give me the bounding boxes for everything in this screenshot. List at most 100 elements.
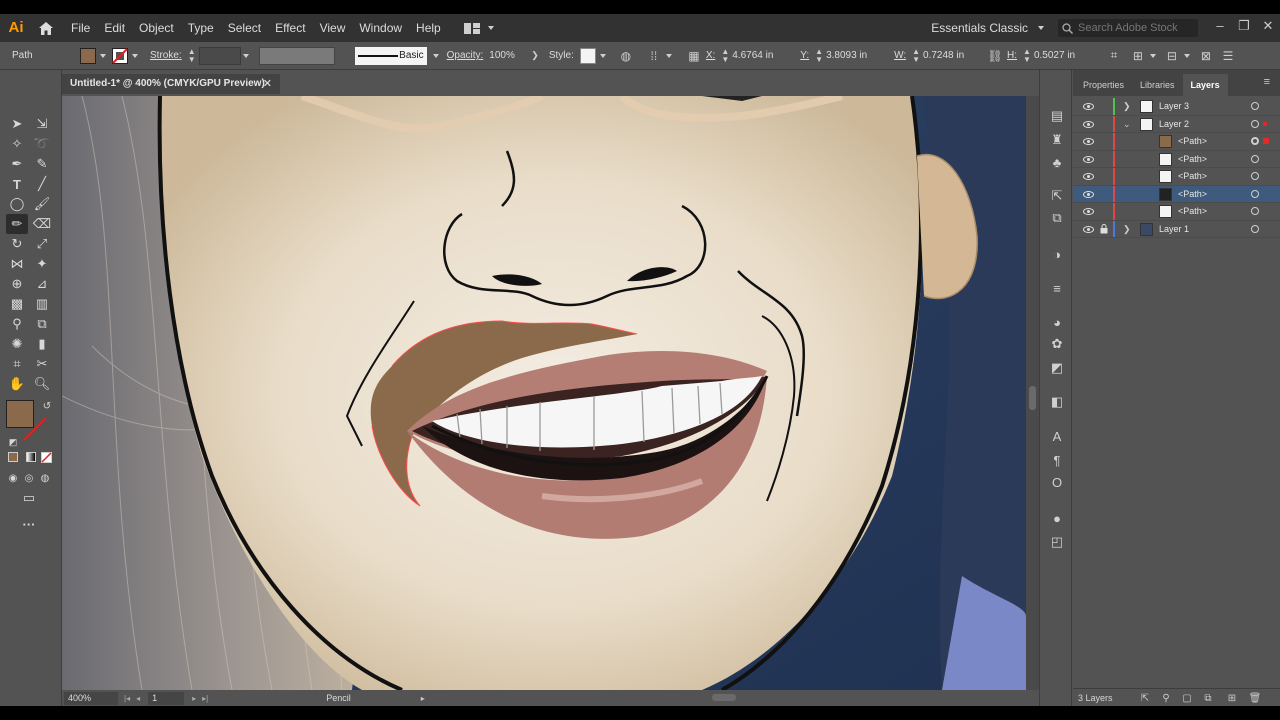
default-fill-stroke-icon[interactable]: ◩: [2, 432, 24, 452]
line-tool-icon[interactable]: ╱: [31, 174, 53, 194]
pen-tool-icon[interactable]: ✒: [6, 154, 28, 174]
first-artboard-icon[interactable]: |◂: [124, 694, 130, 703]
perspective-grid-tool-icon[interactable]: ⊿: [31, 274, 53, 294]
color-guide-icon[interactable]: ◑: [1049, 246, 1065, 262]
eye-icon[interactable]: [1083, 190, 1094, 200]
path-name[interactable]: <Path>: [1178, 189, 1207, 199]
target-icon[interactable]: [1251, 207, 1259, 215]
brush-definition[interactable]: Basic: [354, 46, 427, 65]
menu-select[interactable]: Select: [221, 14, 268, 42]
type-tool-icon[interactable]: T: [6, 174, 28, 194]
rotate-tool-icon[interactable]: ↻: [6, 234, 28, 254]
pencil-tool-icon[interactable]: ✏: [6, 214, 28, 234]
direct-selection-tool-icon[interactable]: ⇲: [31, 114, 53, 134]
w-value[interactable]: 0.7248 in: [923, 50, 981, 61]
lock-icon[interactable]: [1100, 223, 1108, 236]
minimize-icon[interactable]: –: [1208, 14, 1232, 38]
locate-object-icon[interactable]: ⚲: [1160, 692, 1172, 704]
menu-file[interactable]: File: [64, 14, 97, 42]
change-screen-mode-icon[interactable]: ▭: [18, 488, 40, 508]
stock-search-input[interactable]: [1078, 22, 1193, 34]
restore-icon[interactable]: ❐: [1232, 14, 1256, 38]
isolate-icon[interactable]: ⊟: [1164, 48, 1180, 64]
clipping-mask-icon[interactable]: ▢: [1181, 692, 1193, 704]
artboard-tool-icon[interactable]: ⌗: [6, 354, 28, 374]
opentype-icon[interactable]: O: [1049, 474, 1065, 490]
workspace-switcher[interactable]: Essentials Classic: [931, 14, 1044, 42]
brushes-icon[interactable]: ✿: [1049, 336, 1065, 352]
chevron-right-icon[interactable]: ❯: [1123, 101, 1131, 112]
delete-layer-icon[interactable]: 🗑: [1249, 692, 1262, 704]
hand-tool-icon[interactable]: ✋: [6, 374, 28, 394]
new-layer-icon[interactable]: ⊞: [1226, 692, 1238, 704]
last-artboard-icon[interactable]: ▸|: [202, 694, 208, 703]
puppet-warp-tool-icon[interactable]: ✦: [31, 254, 53, 274]
stroke-swatch-control[interactable]: [112, 47, 138, 64]
menu-object[interactable]: Object: [132, 14, 181, 42]
distribute-icon[interactable]: ⊠: [1198, 48, 1214, 64]
opacity-value[interactable]: 100%: [489, 50, 525, 61]
menu-effect[interactable]: Effect: [268, 14, 312, 42]
stock-search[interactable]: [1058, 19, 1198, 37]
layer-row-layer-1[interactable]: ❯ Layer 1: [1073, 220, 1280, 238]
color-mode-icon[interactable]: [8, 452, 18, 462]
shape-builder-tool-icon[interactable]: ⊕: [6, 274, 28, 294]
y-value[interactable]: 3.8093 in: [826, 50, 888, 61]
eraser-tool-icon[interactable]: ⌫: [31, 214, 53, 234]
graphic-styles-icon[interactable]: ◰: [1049, 534, 1065, 550]
eye-icon[interactable]: [1083, 172, 1094, 182]
stroke-stepper[interactable]: ▲ ▼: [188, 47, 196, 64]
layer-row-path[interactable]: <Path>: [1073, 150, 1280, 168]
eye-icon[interactable]: [1083, 120, 1094, 130]
swap-fill-stroke-icon[interactable]: ↺: [36, 396, 58, 416]
path-name[interactable]: <Path>: [1178, 136, 1207, 146]
edit-toolbar-icon[interactable]: ···: [18, 514, 40, 534]
zoom-tool-icon[interactable]: 🔍︎: [31, 374, 53, 394]
path-name[interactable]: <Path>: [1178, 154, 1207, 164]
paintbrush-tool-icon[interactable]: 🖌: [31, 194, 53, 214]
paragraph-icon[interactable]: ¶: [1049, 452, 1065, 468]
link-icon[interactable]: ⛓: [987, 48, 1003, 64]
layer-name[interactable]: Layer 3: [1159, 101, 1189, 111]
column-graph-tool-icon[interactable]: ▮: [31, 334, 53, 354]
eye-icon[interactable]: [1083, 207, 1094, 217]
path-name[interactable]: <Path>: [1178, 206, 1207, 216]
vertical-scrollbar[interactable]: [1026, 96, 1039, 690]
layer-row-path-selected[interactable]: <Path>: [1073, 185, 1280, 203]
eyedropper-tool-icon[interactable]: ⚲: [6, 314, 28, 334]
gradient-tool-icon[interactable]: ▥: [31, 294, 53, 314]
layer-name[interactable]: Layer 2: [1159, 119, 1189, 129]
close-tab-icon[interactable]: ✕: [263, 74, 272, 94]
blend-tool-icon[interactable]: ⧉: [31, 314, 53, 334]
layer-row-path[interactable]: <Path>: [1073, 203, 1280, 221]
export-icon[interactable]: ⇱: [1049, 188, 1065, 204]
selection-indicator[interactable]: [1263, 138, 1269, 144]
tab-properties[interactable]: Properties: [1075, 74, 1132, 96]
horizontal-scroll-thumb[interactable]: [712, 694, 736, 701]
layer-row-path[interactable]: <Path>: [1073, 168, 1280, 186]
document-tab[interactable]: Untitled-1* @ 400% (CMYK/GPU Preview) ✕: [62, 74, 280, 94]
symbol-sprayer-tool-icon[interactable]: ✺: [6, 334, 28, 354]
gradient-mode-icon[interactable]: [26, 452, 36, 462]
next-artboard-icon[interactable]: ▸: [192, 694, 196, 703]
tab-layers[interactable]: Layers: [1182, 74, 1228, 96]
layer-row-layer-2[interactable]: ⌄ Layer 2: [1073, 115, 1280, 133]
more-options-icon[interactable]: ☰: [1220, 48, 1236, 64]
ellipse-tool-icon[interactable]: ◯: [6, 194, 28, 214]
no-stroke-icon[interactable]: [112, 47, 128, 64]
layer-row-path[interactable]: <Path>: [1073, 133, 1280, 151]
opacity-label[interactable]: Opacity:: [447, 50, 484, 61]
menu-view[interactable]: View: [313, 14, 353, 42]
eye-icon[interactable]: [1083, 102, 1094, 112]
target-icon[interactable]: [1251, 119, 1259, 128]
chevron-right-icon[interactable]: ❯: [531, 50, 539, 61]
width-tool-icon[interactable]: ⋈: [6, 254, 28, 274]
symbols-icon[interactable]: ♣: [1049, 154, 1065, 170]
image-trace-icon[interactable]: ▤: [1049, 108, 1065, 124]
artboards-icon[interactable]: ⧉: [1049, 210, 1065, 226]
magic-wand-tool-icon[interactable]: ✧: [6, 134, 28, 154]
close-icon[interactable]: ✕: [1256, 14, 1280, 38]
eye-icon[interactable]: [1083, 225, 1094, 235]
menu-type[interactable]: Type: [181, 14, 221, 42]
tab-libraries[interactable]: Libraries: [1132, 74, 1183, 96]
